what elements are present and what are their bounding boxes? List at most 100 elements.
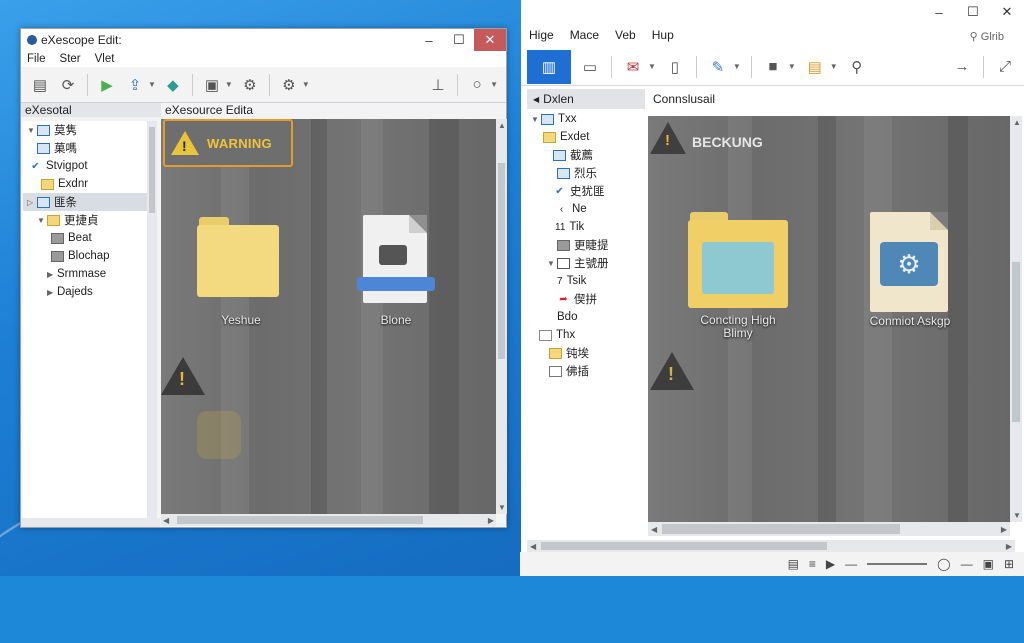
- tree-item[interactable]: ✔ 史犹匪: [527, 182, 641, 200]
- forward-icon[interactable]: →: [951, 56, 973, 78]
- scrollbar-thumb[interactable]: [498, 163, 505, 359]
- tag-icon[interactable]: ◆: [162, 74, 184, 96]
- scroll-left-icon[interactable]: ◀: [163, 516, 169, 525]
- tree-item[interactable]: Bdo: [527, 308, 641, 326]
- menu-mace[interactable]: Mace: [570, 28, 599, 42]
- tree-item[interactable]: ▼ 主號册: [527, 254, 641, 272]
- minimize-button[interactable]: –: [922, 0, 956, 24]
- scrollbar-thumb[interactable]: [177, 516, 423, 524]
- expand-icon[interactable]: ▼: [27, 126, 37, 135]
- menu-vlet[interactable]: Vlet: [95, 53, 115, 65]
- chevron-down-icon[interactable]: ▼: [733, 62, 741, 71]
- tree-item[interactable]: 截薦: [527, 146, 641, 164]
- menu-hige[interactable]: Hige: [529, 28, 554, 42]
- pin-icon[interactable]: ⊥: [427, 74, 449, 96]
- chevron-down-icon[interactable]: ▼: [788, 62, 796, 71]
- document-edit-icon[interactable]: ▥: [527, 49, 571, 84]
- zoom-in-icon[interactable]: —: [961, 557, 973, 571]
- chat-icon[interactable]: ○: [466, 74, 488, 96]
- tree-item[interactable]: Thx: [527, 326, 641, 344]
- tree-item[interactable]: ▶ Dajeds: [23, 283, 147, 301]
- fit-icon[interactable]: ▣: [983, 557, 994, 571]
- chevron-down-icon[interactable]: ▼: [648, 62, 656, 71]
- stop-icon[interactable]: ■: [762, 56, 784, 78]
- content-hscrollbar[interactable]: ◀ ▶: [161, 514, 496, 526]
- tree-item[interactable]: ▼ Txx: [527, 110, 641, 128]
- gear-icon[interactable]: ⚙: [278, 74, 300, 96]
- content-scrollbar[interactable]: ▲ ▼: [496, 119, 507, 514]
- tree-item[interactable]: 更睫提: [527, 236, 641, 254]
- wand-icon[interactable]: ✎: [707, 56, 729, 78]
- tree-hscrollbar[interactable]: [21, 518, 160, 527]
- scroll-right-icon[interactable]: ▶: [1006, 542, 1012, 551]
- scroll-left-icon[interactable]: ◀: [651, 525, 657, 534]
- zoom-slider-handle[interactable]: ◯: [937, 557, 950, 571]
- grid-icon[interactable]: ⊞: [1004, 557, 1014, 571]
- close-button[interactable]: ✕: [990, 0, 1024, 24]
- scrollbar-thumb[interactable]: [541, 542, 827, 550]
- expand-icon[interactable]: ▶: [47, 270, 57, 279]
- tree-item[interactable]: ➦ 偰拼: [527, 290, 641, 308]
- expand-icon[interactable]: ⤢: [994, 56, 1016, 78]
- export-icon[interactable]: ⇪: [124, 74, 146, 96]
- scrollbar-thumb[interactable]: [662, 524, 900, 534]
- document-icon[interactable]: ▤: [29, 74, 51, 96]
- content-hscrollbar[interactable]: ◀ ▶: [648, 522, 1010, 536]
- tree-hscrollbar[interactable]: ◀ ▶: [527, 540, 1015, 552]
- tree-item[interactable]: ‹ Ne: [527, 200, 641, 218]
- scroll-left-icon[interactable]: ◀: [530, 542, 536, 551]
- tree-item[interactable]: 7 Tsik: [527, 272, 641, 290]
- content-scrollbar[interactable]: ▲ ▼: [1010, 116, 1022, 522]
- tree-item[interactable]: ✔ Stvigpot: [23, 157, 147, 175]
- tree-item[interactable]: Exdet: [527, 128, 641, 146]
- chevron-down-icon[interactable]: ▼: [148, 80, 156, 89]
- play-icon[interactable]: ▶: [826, 557, 835, 571]
- minimize-button[interactable]: –: [414, 29, 444, 51]
- file-item[interactable]: ⚙: [870, 212, 948, 312]
- warning-banner[interactable]: ! WARNING: [163, 119, 293, 167]
- expand-icon[interactable]: ▷: [27, 198, 37, 207]
- chevron-down-icon[interactable]: ▼: [225, 80, 233, 89]
- scroll-right-icon[interactable]: ▶: [1001, 525, 1007, 534]
- tree-item[interactable]: 钝埃: [527, 344, 641, 362]
- menu-file[interactable]: File: [27, 53, 46, 65]
- zoom-icon[interactable]: ⚲: [846, 56, 868, 78]
- expand-icon[interactable]: ▼: [37, 216, 47, 225]
- maximize-button[interactable]: ☐: [956, 0, 990, 24]
- align-icon[interactable]: ≡: [809, 557, 816, 571]
- menu-hup[interactable]: Hup: [652, 28, 674, 42]
- settings-icon[interactable]: ⚙: [239, 74, 261, 96]
- mail-icon[interactable]: ✉: [622, 56, 644, 78]
- expand-icon[interactable]: ▼: [531, 115, 541, 124]
- tree-item[interactable]: Blochap: [23, 247, 147, 265]
- zoom-out-icon[interactable]: —: [845, 557, 857, 571]
- folder-item[interactable]: [197, 217, 279, 297]
- file-icon[interactable]: ▯: [664, 56, 686, 78]
- layout-icon[interactable]: ▤: [804, 56, 826, 78]
- scrollbar-thumb[interactable]: [1012, 262, 1020, 422]
- menu-veb[interactable]: Veb: [615, 28, 636, 42]
- tree-item[interactable]: 烈乐: [527, 164, 641, 182]
- page-icon[interactable]: ▭: [579, 56, 601, 78]
- scroll-up-icon[interactable]: ▲: [498, 121, 506, 130]
- search-box[interactable]: ⚲ Glrib: [970, 30, 1004, 43]
- tree-item[interactable]: Beat: [23, 229, 147, 247]
- chevron-down-icon[interactable]: ▼: [830, 62, 838, 71]
- refresh-icon[interactable]: ⟳: [57, 74, 79, 96]
- file-item[interactable]: [357, 215, 435, 303]
- expand-icon[interactable]: ▶: [47, 288, 57, 297]
- scrollbar-thumb[interactable]: [149, 127, 155, 213]
- chevron-down-icon[interactable]: ▼: [490, 80, 498, 89]
- menu-ster[interactable]: Ster: [60, 53, 81, 65]
- list-view-icon[interactable]: ▤: [788, 557, 799, 571]
- tree-item[interactable]: 11 Tik: [527, 218, 641, 236]
- scroll-up-icon[interactable]: ▲: [1013, 118, 1021, 127]
- folder-item[interactable]: [688, 212, 788, 308]
- tree-item-selected[interactable]: ▷ 匪条: [23, 193, 147, 211]
- maximize-button[interactable]: ☐: [444, 29, 474, 51]
- collapse-icon[interactable]: ◀: [533, 95, 539, 104]
- expand-icon[interactable]: ▼: [547, 259, 557, 268]
- scroll-down-icon[interactable]: ▼: [498, 503, 506, 512]
- tree-item[interactable]: 菓嗎: [23, 139, 147, 157]
- zoom-slider[interactable]: [867, 563, 928, 565]
